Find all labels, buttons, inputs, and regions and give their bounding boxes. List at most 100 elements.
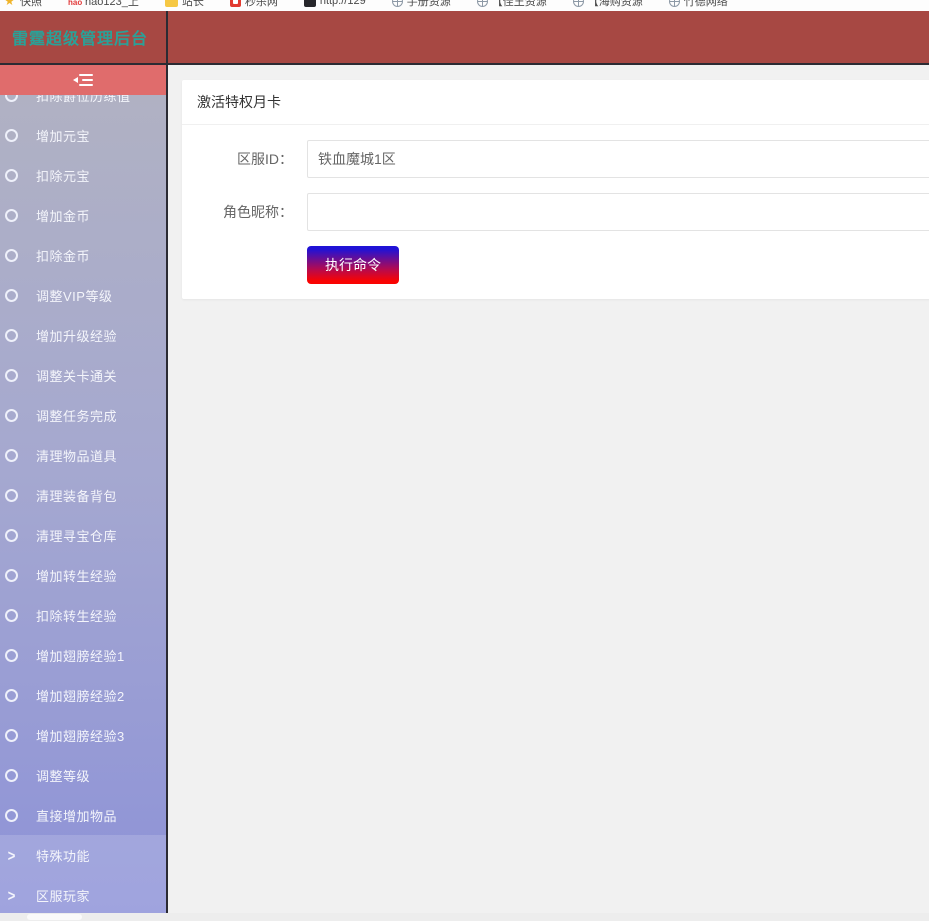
circle-icon (5, 169, 18, 182)
circle-icon (5, 729, 18, 742)
chevron-right-icon: > (5, 886, 18, 904)
sidebar-menu-item[interactable]: > 增加翅膀经验2 (0, 675, 166, 715)
menu-collapse-icon (73, 74, 93, 86)
sidebar-menu-item[interactable]: > 清理物品道具 (0, 435, 166, 475)
sidebar-collapse-button[interactable] (0, 65, 166, 95)
circle-icon (5, 409, 18, 422)
hao123-icon (68, 0, 81, 7)
sidebar-menu-item[interactable]: > 增加金币 (0, 195, 166, 235)
circle-icon (5, 369, 18, 382)
app-title: 雷霆超级管理后台 (12, 25, 148, 49)
sidebar-menu-item[interactable]: > 调整等级 (0, 755, 166, 795)
circle-icon (5, 809, 18, 822)
sidebar-menu: > 扣除爵位历练值 > 增加元宝 > 扣除元宝 > 增加金币 > (0, 75, 166, 913)
execute-command-button[interactable]: 执行命令 (307, 246, 399, 284)
sidebar-item-label: 清理装备背包 (36, 486, 117, 505)
button-row: 执行命令 (307, 246, 929, 284)
sidebar-menu-item[interactable]: > 区服玩家 (0, 875, 166, 913)
bookmark-item[interactable]: 站长 (165, 0, 204, 9)
bookmark-item[interactable]: 秒杀网 (230, 0, 278, 9)
server-id-input[interactable] (307, 140, 929, 178)
bookmark-item[interactable]: 手册资源 (392, 0, 451, 9)
sidebar-menu-item[interactable]: > 调整VIP等级 (0, 275, 166, 315)
sidebar-menu-item[interactable]: > 增加翅膀经验1 (0, 635, 166, 675)
bookmark-item[interactable]: 竹德网络 (669, 0, 728, 9)
sidebar-menu-item[interactable]: > 增加元宝 (0, 115, 166, 155)
bookmark-label: 站长 (182, 0, 204, 9)
sidebar-menu-item[interactable]: > 调整关卡通关 (0, 355, 166, 395)
sidebar-menu-item[interactable]: > 增加转生经验 (0, 555, 166, 595)
globe-icon (477, 0, 488, 7)
logo-area: 雷霆超级管理后台 (0, 11, 168, 63)
scrollbar-thumb[interactable] (27, 914, 82, 920)
activate-card-panel: 激活特权月卡 区服ID： 角色昵称： 执行命令 (182, 80, 929, 299)
circle-icon (5, 569, 18, 582)
server-id-row: 区服ID： (197, 140, 929, 178)
sidebar-item-label: 区服玩家 (36, 886, 90, 905)
bookmark-label: hao123_上 (85, 0, 139, 9)
bookmark-item[interactable]: 【海购资源 (573, 0, 643, 9)
sidebar-menu-item[interactable]: > 直接增加物品 (0, 795, 166, 835)
bookmark-item[interactable]: hao123_上 (68, 0, 139, 9)
circle-icon (5, 449, 18, 462)
sidebar-menu-item[interactable]: > 清理装备背包 (0, 475, 166, 515)
server-id-label: 区服ID： (197, 149, 293, 169)
sidebar-item-label: 增加转生经验 (36, 566, 117, 585)
sidebar-menu-item[interactable]: > 扣除元宝 (0, 155, 166, 195)
star-icon (3, 0, 16, 7)
globe-icon (392, 0, 403, 7)
sidebar-item-label: 特殊功能 (36, 846, 90, 865)
sidebar-item-label: 调整任务完成 (36, 406, 117, 425)
bookmark-label: 快照 (20, 0, 42, 9)
bookmark-label: 【佳王资源 (492, 0, 547, 9)
sidebar-item-label: 扣除金币 (36, 246, 90, 265)
sidebar-menu-item[interactable]: > 扣除金币 (0, 235, 166, 275)
main-area: 激活特权月卡 区服ID： 角色昵称： 执行命令 (168, 65, 929, 913)
bookmark-label: 【海购资源 (588, 0, 643, 9)
globe-icon (573, 0, 584, 7)
sidebar-item-label: 增加金币 (36, 206, 90, 225)
bookmark-label: 手册资源 (407, 0, 451, 9)
bookmark-item[interactable]: 快照 (3, 0, 42, 9)
sidebar-menu-item[interactable]: > 调整任务完成 (0, 395, 166, 435)
circle-icon (5, 249, 18, 262)
sidebar-menu-item[interactable]: > 清理寻宝仓库 (0, 515, 166, 555)
circle-icon (5, 529, 18, 542)
red-site-icon (230, 0, 241, 7)
sidebar-item-label: 清理寻宝仓库 (36, 526, 117, 545)
sidebar-item-label: 扣除转生经验 (36, 606, 117, 625)
circle-icon (5, 129, 18, 142)
sidebar-item-label: 调整关卡通关 (36, 366, 117, 385)
chevron-right-icon: > (5, 846, 18, 864)
sidebar-item-label: 清理物品道具 (36, 446, 117, 465)
sidebar-item-label: 调整VIP等级 (36, 286, 112, 305)
nickname-label: 角色昵称： (197, 202, 293, 222)
circle-icon (5, 609, 18, 622)
sidebar-menu-item[interactable]: > 扣除转生经验 (0, 595, 166, 635)
dark-site-icon (304, 0, 316, 7)
sidebar-menu-item[interactable]: > 增加升级经验 (0, 315, 166, 355)
sidebar-menu-item[interactable]: > 特殊功能 (0, 835, 166, 875)
circle-icon (5, 689, 18, 702)
sidebar-item-label: 增加翅膀经验2 (36, 686, 125, 705)
circle-icon (5, 289, 18, 302)
bookmarks-list: 快照 hao123_上 站长 秒杀网 http://129 手册资源 【佳王资源 (0, 0, 929, 11)
panel-body: 区服ID： 角色昵称： 执行命令 (182, 125, 929, 299)
sidebar-item-label: 增加元宝 (36, 126, 90, 145)
bookmark-item[interactable]: 【佳王资源 (477, 0, 547, 9)
circle-icon (5, 329, 18, 342)
horizontal-scrollbar[interactable] (0, 913, 929, 921)
folder-icon (165, 0, 178, 7)
sidebar-item-label: 调整等级 (36, 766, 90, 785)
nickname-input[interactable] (307, 193, 929, 231)
sidebar-menu-item[interactable]: > 增加翅膀经验3 (0, 715, 166, 755)
circle-icon (5, 209, 18, 222)
circle-icon (5, 769, 18, 782)
bookmark-label: http://129 (320, 0, 366, 7)
nickname-row: 角色昵称： (197, 193, 929, 231)
bookmark-item[interactable]: http://129 (304, 0, 366, 7)
sidebar-item-label: 增加升级经验 (36, 326, 117, 345)
header-spacer (168, 11, 929, 63)
bookmark-label: 竹德网络 (684, 0, 728, 9)
panel-title: 激活特权月卡 (182, 80, 929, 125)
